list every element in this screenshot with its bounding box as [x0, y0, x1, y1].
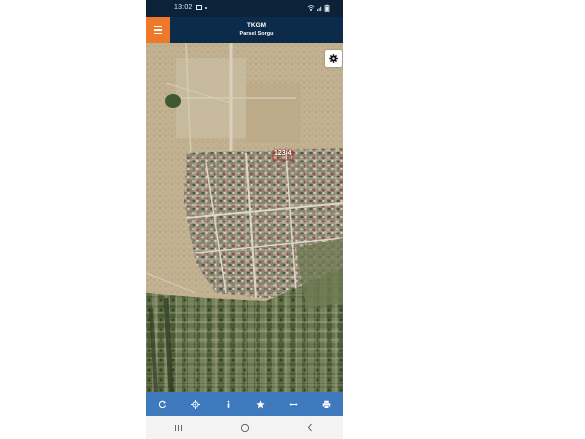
status-bar: 13:02	[146, 0, 343, 17]
print-button[interactable]	[310, 392, 343, 416]
recent-apps-button[interactable]	[146, 416, 212, 439]
hamburger-icon	[154, 26, 162, 34]
gear-icon	[329, 54, 338, 63]
print-icon	[322, 400, 331, 409]
status-icons	[307, 4, 330, 12]
back-button[interactable]	[277, 416, 343, 439]
menu-button[interactable]	[146, 17, 170, 43]
home-button[interactable]	[212, 416, 278, 439]
parcel-label[interactable]: 123/4	[274, 150, 292, 157]
battery-icon	[324, 4, 330, 12]
dot-icon	[205, 7, 207, 9]
satellite-map[interactable]	[146, 43, 343, 392]
favorite-button[interactable]	[244, 392, 277, 416]
info-icon	[227, 400, 229, 408]
locate-button[interactable]	[179, 392, 212, 416]
map-settings-button[interactable]	[325, 50, 342, 67]
android-nav-bar	[146, 416, 343, 439]
signal-icon	[317, 6, 322, 11]
home-icon	[240, 423, 249, 432]
back-icon	[308, 423, 313, 432]
status-time: 13:02	[174, 4, 193, 11]
measure-button[interactable]	[277, 392, 310, 416]
info-button[interactable]	[212, 392, 245, 416]
star-icon	[256, 399, 266, 408]
phone-screen: 13:02 TKGM Parsel Sorgu 123/4	[146, 0, 343, 439]
bottom-toolbar	[146, 392, 343, 416]
measure-icon	[289, 402, 298, 406]
app-title: TKGM	[246, 22, 267, 29]
refresh-button[interactable]	[146, 392, 179, 416]
app-header: TKGM Parsel Sorgu	[146, 17, 343, 43]
refresh-icon	[158, 400, 166, 408]
satellite-imagery	[146, 43, 343, 392]
wifi-icon	[307, 5, 315, 12]
app-subtitle: Parsel Sorgu	[239, 31, 274, 37]
locate-icon	[190, 399, 200, 409]
photo-icon	[196, 5, 202, 10]
recent-apps-icon	[175, 424, 183, 431]
